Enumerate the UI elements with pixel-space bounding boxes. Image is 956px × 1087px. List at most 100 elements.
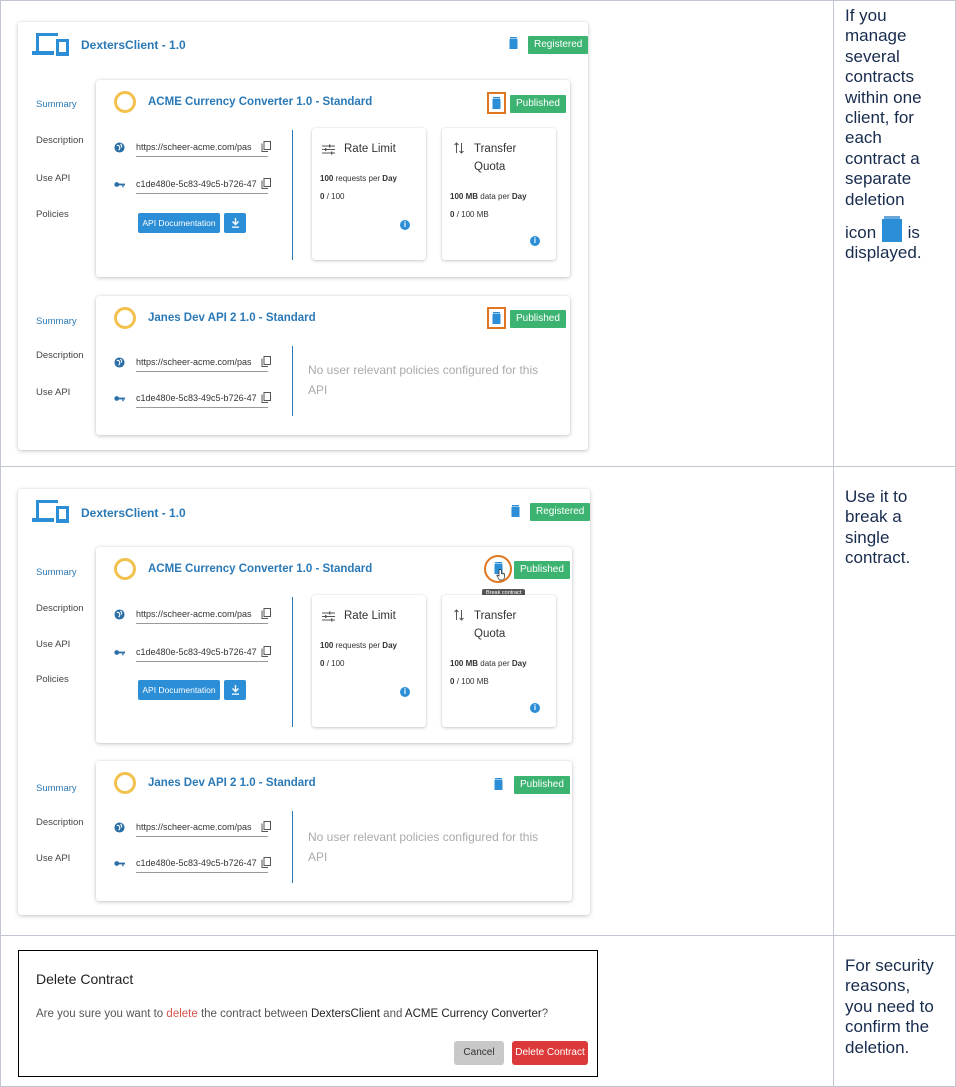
devices-icon: [32, 500, 69, 523]
nav-summary[interactable]: Summary: [36, 99, 77, 110]
rate-limit-label: requests per: [335, 641, 381, 650]
download-button[interactable]: [224, 213, 246, 233]
info-icon[interactable]: i: [530, 236, 540, 246]
info-icon[interactable]: i: [400, 687, 410, 697]
globe-icon: [114, 357, 125, 368]
rate-limit-used: 0: [320, 192, 325, 201]
copy-icon[interactable]: [261, 821, 271, 832]
api-documentation-button[interactable]: API Documentation: [138, 213, 220, 233]
endpoint-field[interactable]: https://scheer-acme.com/pas: [136, 820, 268, 837]
rate-limit-title: Rate Limit: [344, 610, 396, 622]
status-badge: Registered: [530, 503, 591, 521]
dialog-text-delete: delete: [166, 1008, 198, 1020]
rate-limit-text: 100 requests per Day: [320, 641, 397, 650]
api-key-field[interactable]: c1de480e-5c83-49c5-b726-47: [136, 856, 268, 873]
desc-line: deletion.: [845, 1037, 910, 1057]
desc-line: reasons,: [845, 976, 911, 996]
trash-icon[interactable]: [511, 505, 520, 517]
nav-use-api[interactable]: Use API: [36, 853, 70, 864]
transfer-quota-title: Transfer Quota: [474, 140, 516, 176]
nav-description[interactable]: Description: [36, 603, 84, 614]
status-badge: Published: [514, 776, 570, 794]
desc-line: manage: [845, 26, 907, 46]
nav-use-api[interactable]: Use API: [36, 639, 70, 650]
nav-use-api[interactable]: Use API: [36, 173, 70, 184]
api-name[interactable]: Janes Dev API 2 1.0 - Standard: [148, 777, 316, 789]
table-border-left: [0, 0, 1, 1087]
nav-policies[interactable]: Policies: [36, 674, 69, 685]
nav-description[interactable]: Description: [36, 817, 84, 828]
nav-description[interactable]: Description: [36, 350, 84, 361]
swap-vertical-icon: [454, 609, 464, 621]
dialog-text: and: [383, 1008, 403, 1020]
download-button[interactable]: [224, 680, 246, 700]
cancel-button[interactable]: Cancel: [454, 1041, 504, 1065]
api-key-field[interactable]: c1de480e-5c83-49c5-b726-47: [136, 177, 268, 194]
trash-icon: [881, 216, 902, 243]
divider: [292, 811, 293, 883]
trash-icon[interactable]: [509, 37, 518, 49]
globe-icon: [114, 142, 125, 153]
delete-contract-dialog: Delete Contract Are you sure you want to…: [18, 950, 598, 1077]
nav-summary[interactable]: Summary: [36, 783, 77, 794]
status-badge: Published: [510, 95, 566, 113]
status-badge: Published: [510, 310, 566, 328]
api-key-field[interactable]: c1de480e-5c83-49c5-b726-47: [136, 645, 268, 662]
endpoint-field[interactable]: https://scheer-acme.com/pas: [136, 140, 268, 157]
contract-card-acme: ACME Currency Converter 1.0 - Standard P…: [96, 80, 570, 277]
divider: [292, 597, 293, 727]
row3-description: For security reasons, you need to confir…: [845, 956, 953, 1058]
dialog-text: the contract between: [200, 1008, 308, 1020]
dialog-text: Are you sure you want to: [36, 1008, 164, 1020]
info-icon[interactable]: i: [530, 703, 540, 713]
nav-summary[interactable]: Summary: [36, 316, 77, 327]
endpoint-field[interactable]: https://scheer-acme.com/pas: [136, 355, 268, 372]
rate-limit-usage: 0 / 100: [320, 192, 344, 201]
transfer-title-line: Transfer: [474, 610, 517, 622]
nav-summary[interactable]: Summary: [36, 567, 77, 578]
table-border-top: [0, 0, 956, 1]
nav-use-api[interactable]: Use API: [36, 387, 70, 398]
transfer-period: Day: [511, 659, 527, 668]
no-policies-text: No user relevant policies configured for…: [308, 360, 538, 400]
transfer-value: 100 MB: [450, 192, 479, 201]
info-icon[interactable]: i: [400, 220, 410, 230]
desc-line: you need to: [845, 996, 934, 1016]
rate-limit-period: Day: [382, 641, 397, 650]
copy-icon[interactable]: [261, 141, 271, 152]
transfer-quota-text: 100 MB data per Day: [450, 659, 527, 668]
globe-icon: [114, 822, 125, 833]
transfer-label: data per: [480, 659, 510, 668]
api-documentation-button[interactable]: API Documentation: [138, 680, 220, 700]
desc-line: contracts: [845, 67, 914, 87]
dialog-text: ?: [541, 1008, 549, 1020]
copy-icon[interactable]: [261, 178, 271, 189]
highlight-box: [487, 92, 506, 114]
desc-line: For security: [845, 956, 934, 975]
delete-contract-button[interactable]: Delete Contract: [512, 1041, 588, 1065]
copy-icon[interactable]: [261, 646, 271, 657]
no-policies-line: No user relevant policies configured for…: [308, 830, 539, 844]
transfer-value: 100 MB: [450, 659, 479, 668]
transfer-quota-usage: 0 / 100 MB: [450, 210, 489, 219]
rate-limit-period: Day: [382, 174, 397, 183]
copy-icon[interactable]: [261, 392, 271, 403]
nav-policies[interactable]: Policies: [36, 209, 69, 220]
desc-line: deletion: [845, 189, 905, 209]
copy-icon[interactable]: [261, 608, 271, 619]
api-name[interactable]: ACME Currency Converter 1.0 - Standard: [148, 96, 372, 108]
endpoint-field[interactable]: https://scheer-acme.com/pas: [136, 607, 268, 624]
transfer-quota-usage: 0 / 100 MB: [450, 677, 489, 686]
copy-icon[interactable]: [261, 356, 271, 367]
rate-limit-label: requests per: [335, 174, 381, 183]
nav-description[interactable]: Description: [36, 135, 84, 146]
desc-line: If you: [845, 6, 887, 25]
rate-limit-max: / 100: [326, 192, 345, 201]
api-key-field[interactable]: c1de480e-5c83-49c5-b726-47: [136, 391, 268, 408]
copy-icon[interactable]: [261, 857, 271, 868]
trash-icon[interactable]: [494, 778, 503, 790]
api-name[interactable]: ACME Currency Converter 1.0 - Standard: [148, 563, 372, 575]
tune-icon: [322, 144, 335, 155]
api-name[interactable]: Janes Dev API 2 1.0 - Standard: [148, 312, 316, 324]
api-logo: [114, 558, 136, 580]
